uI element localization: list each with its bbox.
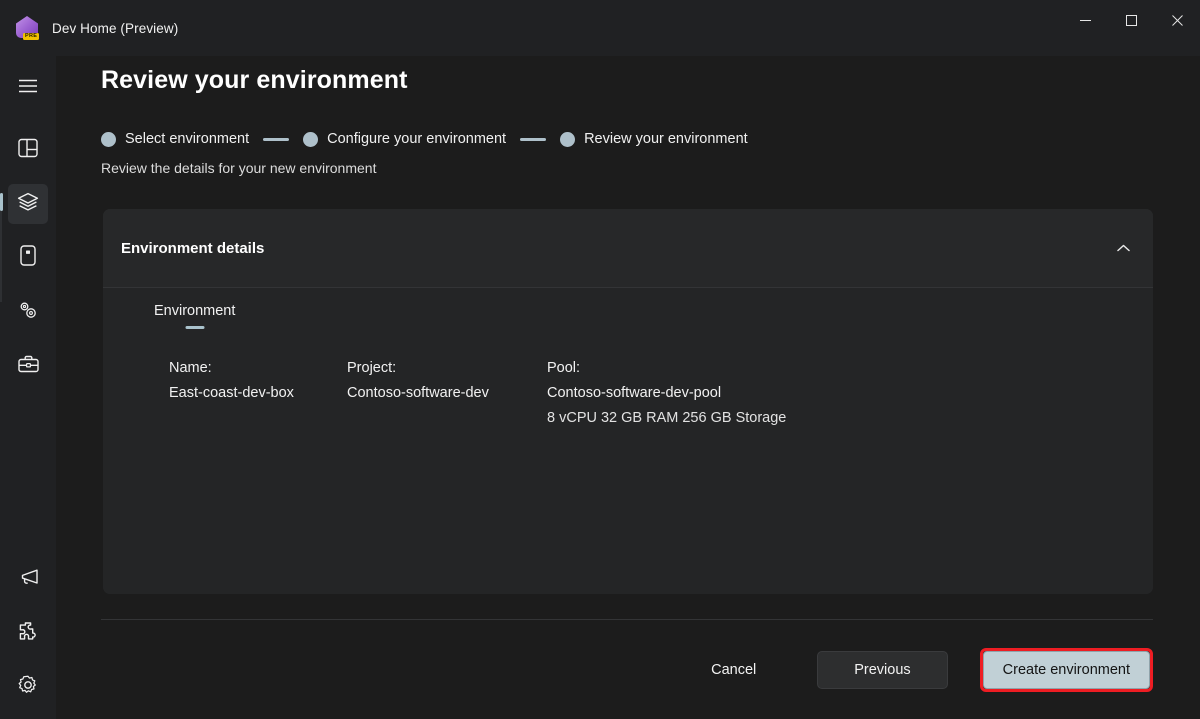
maximize-icon[interactable] xyxy=(1108,0,1154,40)
step-dot xyxy=(101,131,116,147)
machine-icon xyxy=(20,245,36,271)
sidebar-item-extensions-library[interactable] xyxy=(8,613,48,653)
step-dot xyxy=(560,131,576,147)
sidebar-item-utilities[interactable] xyxy=(8,346,48,386)
field-pool: Pool: Contoso-software-dev-pool 8 vCPU 3… xyxy=(547,360,867,426)
previous-button[interactable]: Previous xyxy=(817,650,948,689)
tab-environment[interactable]: Environment xyxy=(154,302,235,329)
field-value: Contoso-software-dev-pool xyxy=(547,385,722,401)
main-content: Review your environment Select environme… xyxy=(56,56,1200,719)
sidebar-item-environments[interactable] xyxy=(0,184,48,224)
stepper-connector xyxy=(520,137,547,141)
puzzle-piece-icon xyxy=(18,621,38,646)
dev-home-icon: PRE xyxy=(14,15,40,41)
sidebar-item-settings[interactable] xyxy=(8,667,48,707)
dashboard-icon xyxy=(18,138,38,163)
field-value: Contoso-software-dev xyxy=(347,385,489,401)
sidebar-item-dashboard[interactable] xyxy=(8,130,48,170)
briefcase-icon xyxy=(17,355,39,378)
environment-tabs: Environment xyxy=(154,302,235,329)
cancel-button[interactable]: Cancel xyxy=(693,652,774,688)
footer-actions: Cancel Previous Create environment xyxy=(101,620,1153,719)
preview-badge: PRE xyxy=(23,32,40,40)
window-title: Dev Home (Preview) xyxy=(52,20,179,36)
field-project: Project: Contoso-software-dev xyxy=(347,360,547,426)
tab-label: Environment xyxy=(154,303,236,319)
layers-icon xyxy=(17,192,39,217)
window-controls xyxy=(1062,0,1200,56)
sidebar xyxy=(0,56,56,719)
sidebar-item-machine-configuration[interactable] xyxy=(8,238,48,278)
field-name: Name: East-coast-dev-box xyxy=(169,360,347,426)
gear-icon xyxy=(18,675,38,700)
title-bar: PRE Dev Home (Preview) xyxy=(0,0,1200,56)
stepper-step-review-environment[interactable]: Review your environment xyxy=(560,131,748,147)
extensions-gears-icon xyxy=(17,300,39,325)
megaphone-icon xyxy=(18,568,39,590)
field-specs: 8 vCPU 32 GB RAM 256 GB Storage xyxy=(547,410,787,426)
field-label: Project: xyxy=(347,360,397,376)
environment-details-card: Environment details Environment Name: Ea… xyxy=(103,209,1153,594)
sidebar-item-feedback[interactable] xyxy=(8,559,48,599)
page-subtitle: Review the details for your new environm… xyxy=(101,160,377,176)
wizard-stepper: Select environment Configure your enviro… xyxy=(101,131,748,147)
step-label: Configure your environment xyxy=(327,131,507,147)
field-label: Name: xyxy=(169,360,212,376)
step-label: Select environment xyxy=(125,131,250,147)
card-body: Environment Name: East-coast-dev-box Pro… xyxy=(103,288,1153,594)
card-title: Environment details xyxy=(121,239,265,257)
sidebar-scroll-indicator xyxy=(0,202,2,302)
environment-fields: Name: East-coast-dev-box Project: Contos… xyxy=(169,360,867,426)
stepper-connector xyxy=(263,137,290,141)
create-environment-highlight: Create environment xyxy=(979,647,1153,692)
field-value: East-coast-dev-box xyxy=(169,385,294,401)
chevron-up-icon[interactable] xyxy=(1107,232,1139,264)
stepper-step-configure-environment[interactable]: Configure your environment xyxy=(303,131,506,147)
step-label: Review your environment xyxy=(584,131,748,147)
sidebar-secondary-nav xyxy=(8,551,48,707)
card-header[interactable]: Environment details xyxy=(103,209,1153,287)
step-dot xyxy=(303,131,319,147)
page-title: Review your environment xyxy=(101,66,408,94)
minimize-icon[interactable] xyxy=(1062,0,1108,40)
create-environment-button[interactable]: Create environment xyxy=(982,650,1150,689)
stepper-step-select-environment[interactable]: Select environment xyxy=(101,131,249,147)
sidebar-item-extensions[interactable] xyxy=(8,292,48,332)
sidebar-primary-nav xyxy=(0,122,48,386)
hamburger-menu-icon[interactable] xyxy=(8,66,48,106)
close-icon[interactable] xyxy=(1154,0,1200,40)
field-label: Pool: xyxy=(547,360,581,376)
